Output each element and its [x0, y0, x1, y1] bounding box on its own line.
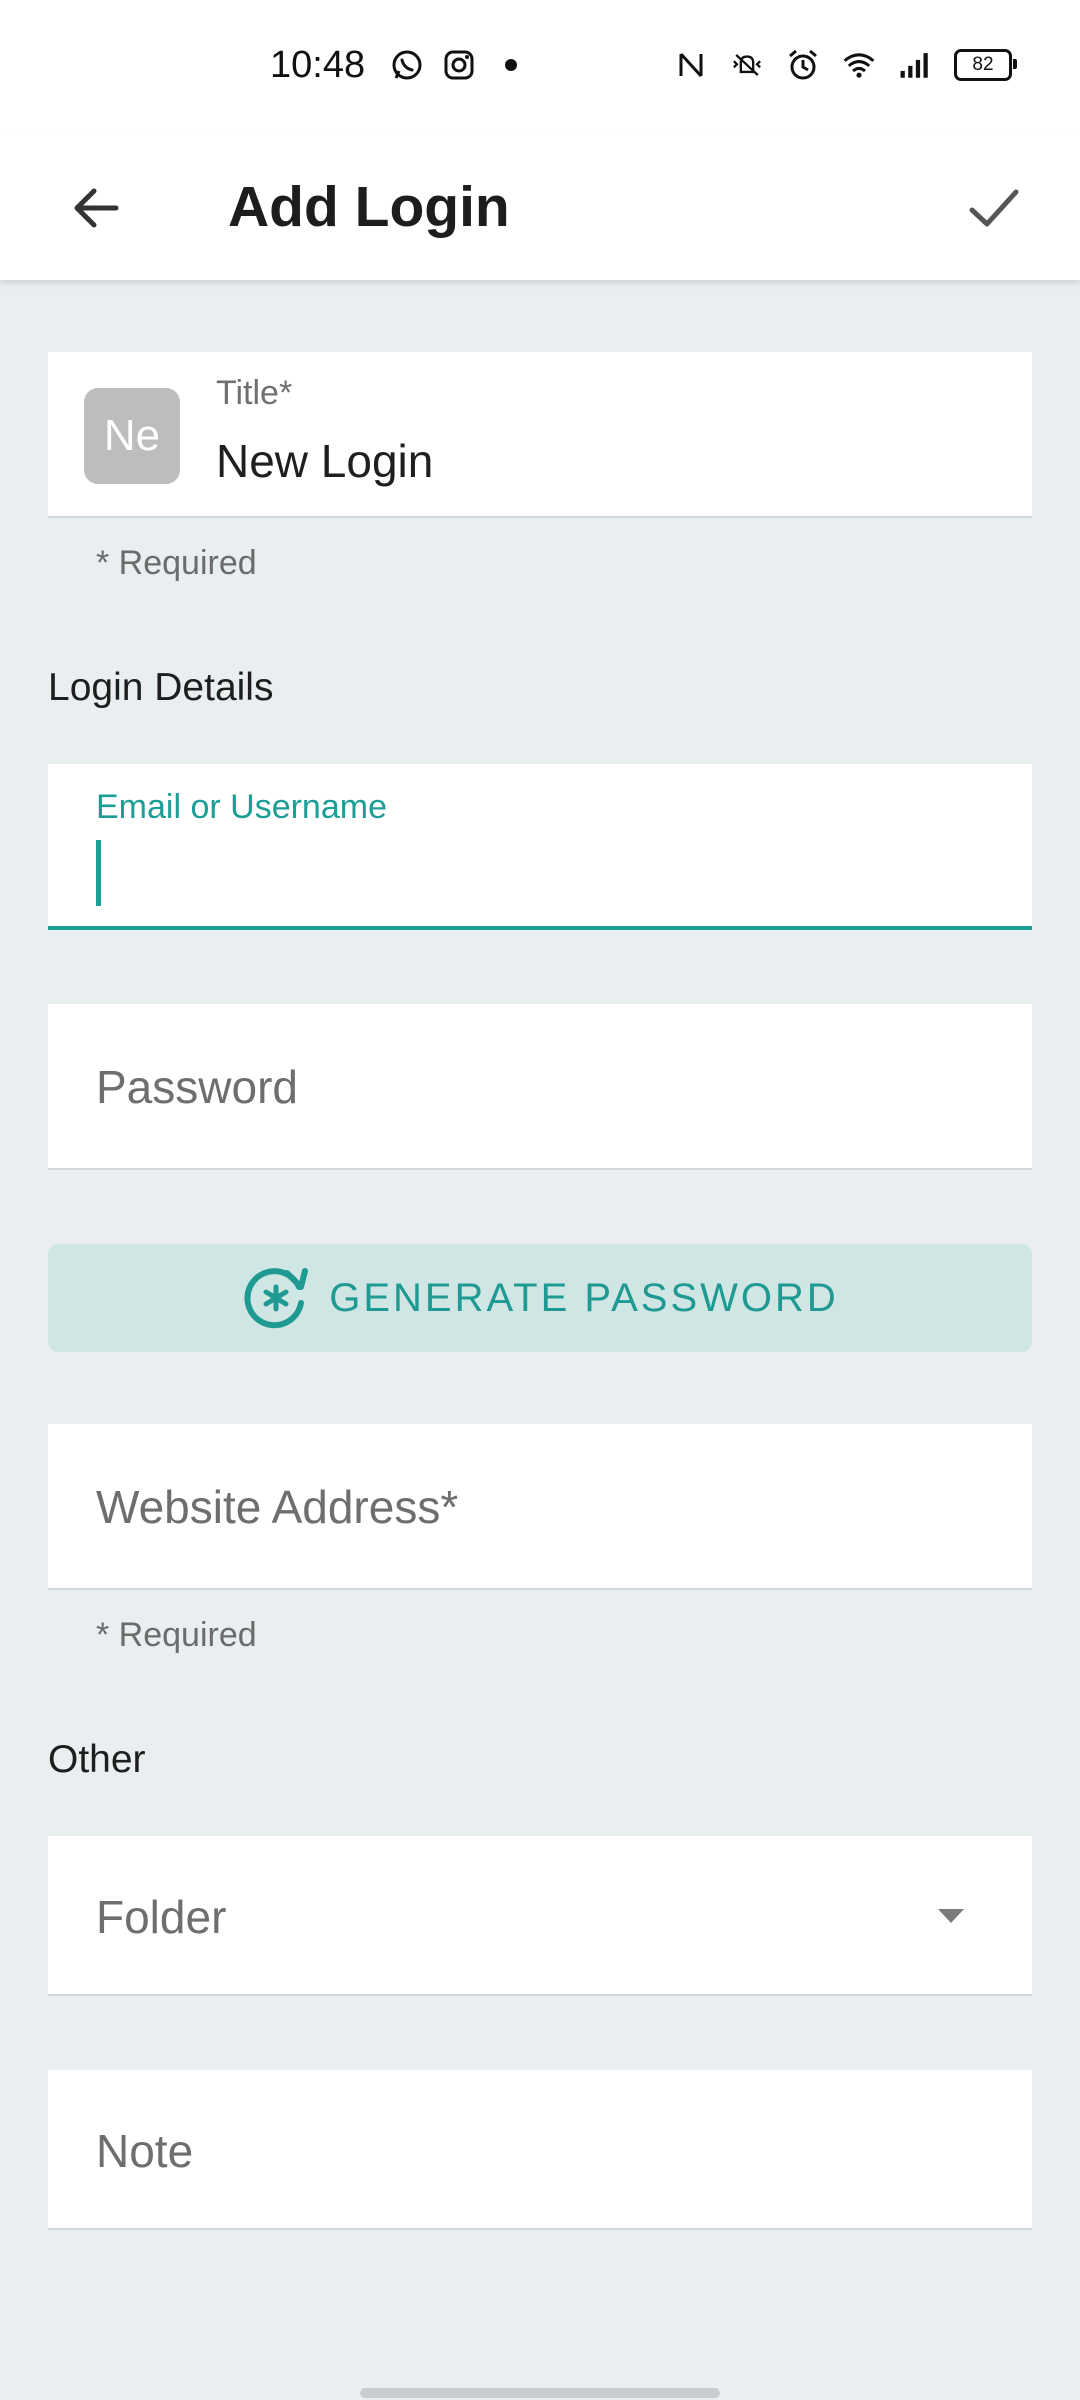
- arrow-left-icon: [74, 188, 119, 228]
- email-username-label: Email or Username: [96, 788, 387, 826]
- page-title: Add Login: [228, 175, 510, 239]
- app-bar: Add Login: [0, 134, 1080, 280]
- check-icon: [969, 189, 1019, 227]
- title-label: Title*: [216, 374, 293, 412]
- title-required-helper: * Required: [96, 544, 257, 582]
- refresh-asterisk-icon: [244, 1268, 309, 1329]
- email-username-field[interactable]: Email or Username: [48, 764, 1032, 930]
- generate-password-label: GENERATE PASSWORD: [329, 1275, 839, 1320]
- vibrate-icon: [730, 48, 764, 82]
- password-placeholder: Password: [96, 1061, 298, 1113]
- title-field[interactable]: Ne Title* New Login: [48, 352, 1032, 518]
- status-bar: 10:48 82: [0, 0, 1080, 134]
- save-button[interactable]: [956, 170, 1032, 246]
- folder-placeholder: Folder: [96, 1891, 227, 1943]
- dropdown-arrow-icon: [938, 1909, 964, 1923]
- gesture-nav-handle[interactable]: [360, 2388, 720, 2398]
- instagram-icon: [442, 48, 476, 82]
- status-time: 10:48: [270, 44, 366, 86]
- wifi-icon: [842, 48, 876, 82]
- back-button[interactable]: [58, 170, 134, 246]
- alarm-icon: [786, 48, 820, 82]
- website-required-helper: * Required: [96, 1616, 257, 1654]
- note-field[interactable]: Note: [48, 2070, 1032, 2230]
- section-heading-login-details: Login Details: [48, 666, 274, 709]
- text-cursor: [96, 840, 101, 906]
- status-left-icons: [390, 48, 528, 82]
- generate-password-button[interactable]: GENERATE PASSWORD: [48, 1244, 1032, 1352]
- title-value[interactable]: New Login: [216, 434, 433, 488]
- password-field[interactable]: Password: [48, 1004, 1032, 1170]
- whatsapp-icon: [390, 48, 424, 82]
- folder-dropdown[interactable]: Folder: [48, 1836, 1032, 1996]
- status-right-icons: 82: [674, 48, 1017, 82]
- avatar: Ne: [84, 388, 180, 484]
- dot-icon: [494, 48, 528, 82]
- section-heading-other: Other: [48, 1738, 146, 1781]
- battery-icon: 82: [954, 49, 1017, 81]
- signal-icon: [898, 48, 932, 82]
- nfc-icon: [674, 48, 708, 82]
- website-address-field[interactable]: Website Address*: [48, 1424, 1032, 1590]
- note-placeholder: Note: [96, 2125, 194, 2177]
- website-address-placeholder: Website Address*: [96, 1481, 459, 1533]
